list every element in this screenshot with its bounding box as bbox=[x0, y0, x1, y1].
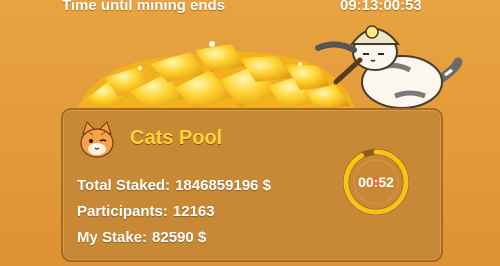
stat-participants: Participants: 12163 bbox=[77, 203, 215, 220]
stat-total-staked: Total Staked: 1846859196 $ bbox=[77, 177, 271, 194]
stat-my-stake: My Stake: 82590 $ bbox=[77, 229, 206, 246]
stat-value: 82590 $ bbox=[152, 229, 207, 246]
stat-value: 1846859196 $ bbox=[175, 177, 272, 194]
pool-title: Cats Pool bbox=[130, 127, 223, 149]
stat-label: My Stake: bbox=[77, 229, 148, 246]
stat-label: Total Staked: bbox=[77, 177, 171, 194]
stat-label: Participants: bbox=[77, 203, 168, 220]
cat-avatar-icon bbox=[80, 121, 114, 158]
stat-value: 12163 bbox=[172, 203, 215, 220]
gold-pile-icon bbox=[78, 41, 355, 110]
round-timer: 00:52 bbox=[358, 174, 394, 190]
